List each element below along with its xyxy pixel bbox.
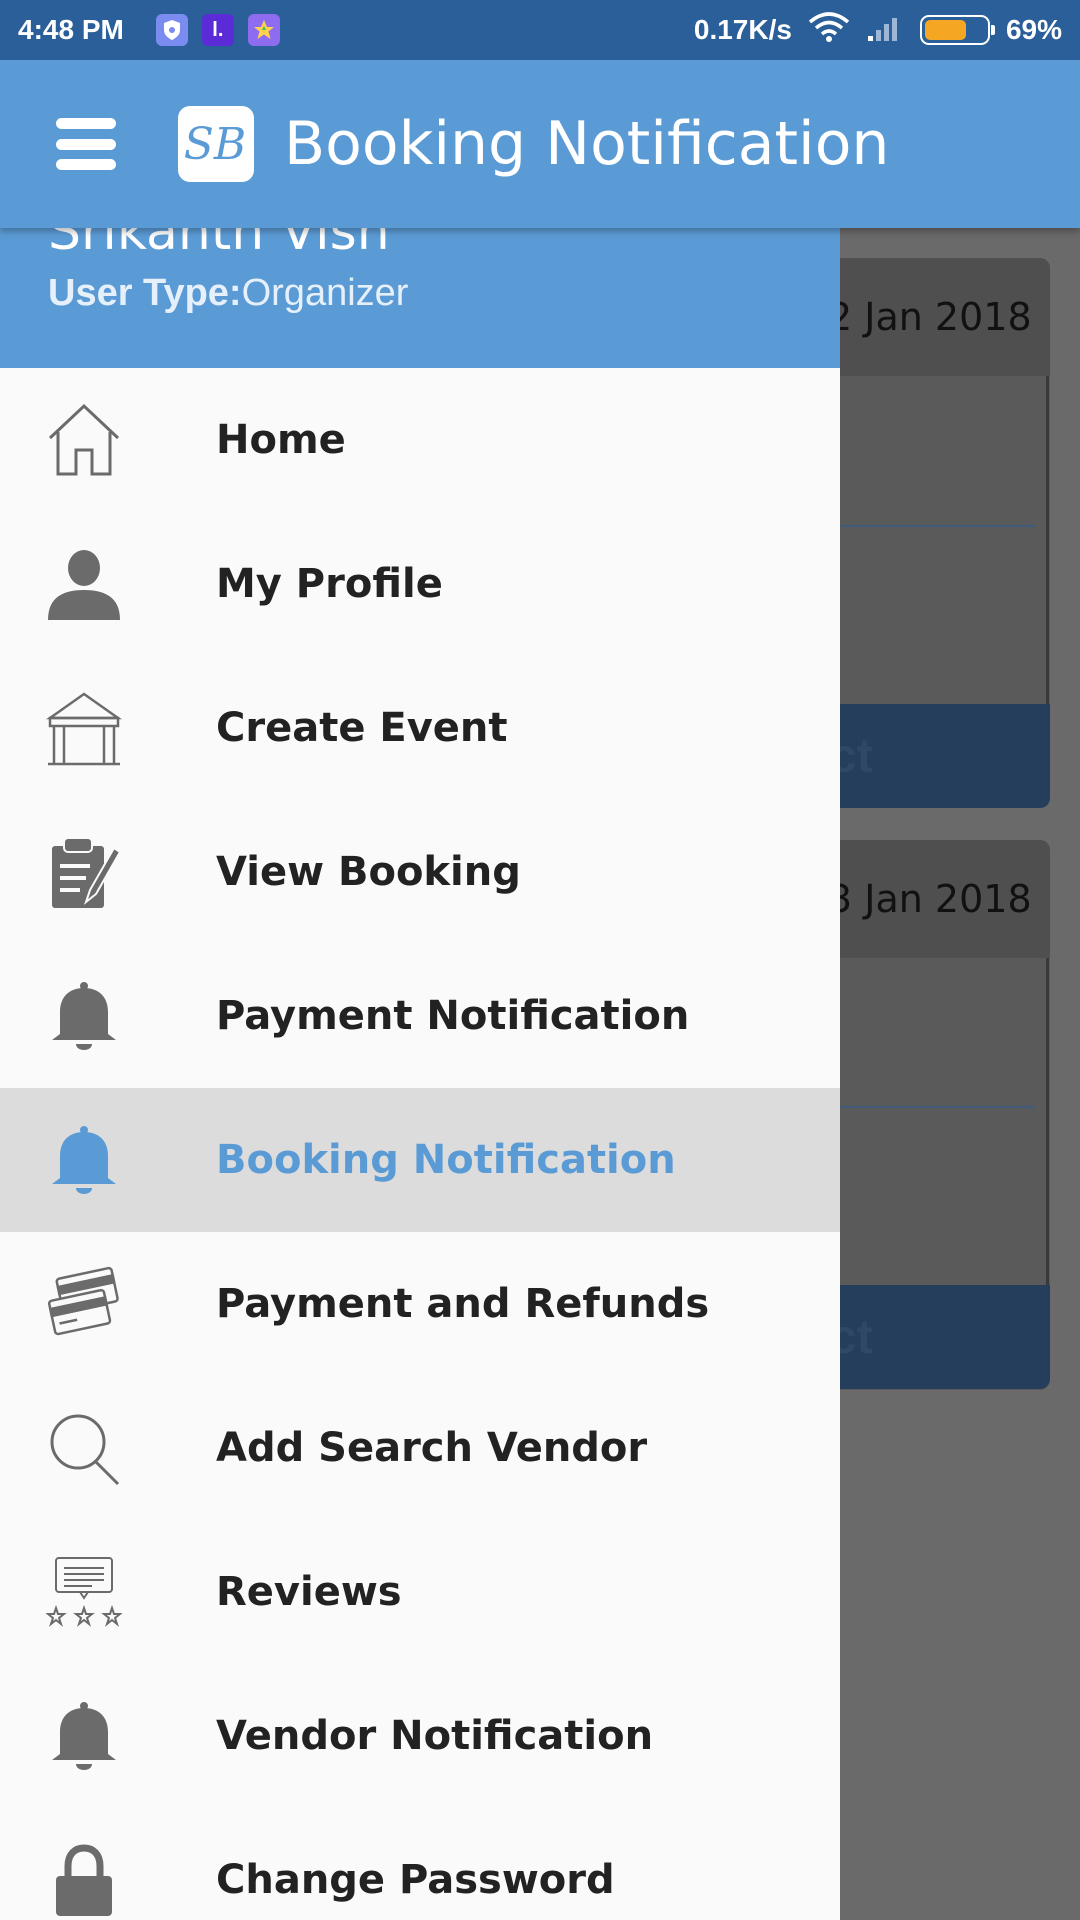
wifi-icon (808, 11, 850, 49)
bell-icon (46, 978, 122, 1054)
drawer-header: Srikanth Vish User Type:Organizer (0, 228, 840, 368)
hamburger-menu-icon[interactable] (56, 116, 116, 172)
menu-item-label: View Booking (216, 849, 521, 895)
search-icon (46, 1410, 122, 1486)
menu-item-label: Payment Notification (216, 993, 690, 1039)
menu-item-payment-notification[interactable]: Payment Notification (0, 944, 840, 1088)
background-divider (840, 1106, 1035, 1108)
menu-item-home[interactable]: Home (0, 368, 840, 512)
shield-app-icon (155, 14, 188, 46)
background-divider (840, 525, 1035, 527)
lock-icon (46, 1842, 122, 1918)
battery-percent: 69% (1005, 14, 1062, 45)
background-card-border (1046, 958, 1049, 1288)
credit-card-icon (46, 1266, 122, 1342)
battery-fill (924, 20, 967, 40)
clipboard-icon (46, 834, 122, 910)
battery-icon (919, 15, 995, 45)
menu-item-my-profile[interactable]: My Profile (0, 512, 840, 656)
star-app-icon (247, 14, 280, 46)
menu-item-label: Reviews (216, 1569, 402, 1615)
menu-item-label: Booking Notification (216, 1137, 676, 1183)
person-icon (46, 546, 122, 622)
tent-icon (46, 690, 122, 766)
status-left: 4:48 PM l. (18, 14, 280, 46)
status-right: 0.17K/s 69% (693, 11, 1062, 49)
menu-item-label: Vendor Notification (216, 1713, 654, 1759)
background-card-border (1046, 376, 1049, 706)
reviews-icon (46, 1554, 122, 1630)
svg-text:SB: SB (184, 119, 246, 170)
menu-item-payment-and-refunds[interactable]: Payment and Refunds (0, 1232, 840, 1376)
app-logo-mark: SB (184, 119, 246, 170)
menu-item-view-booking[interactable]: View Booking (0, 800, 840, 944)
user-type-value: Organizer (241, 272, 409, 314)
navigation-drawer: Srikanth Vish User Type:Organizer Home M… (0, 228, 840, 1920)
l-app-icon: l. (201, 14, 234, 46)
menu-item-add-search-vendor[interactable]: Add Search Vendor (0, 1376, 840, 1520)
app-logo: SB (178, 106, 254, 182)
menu-item-label: Create Event (216, 705, 508, 751)
menu-item-label: Home (216, 417, 346, 463)
menu-item-change-password[interactable]: Change Password (0, 1808, 840, 1920)
user-type: User Type:Organizer (48, 272, 408, 315)
menu-item-label: Add Search Vendor (216, 1425, 648, 1471)
status-time: 4:48 PM (18, 14, 124, 45)
drawer-menu: Home My Profile Create Event View Bookin… (0, 368, 840, 1920)
home-icon (46, 402, 122, 478)
menu-item-vendor-notification[interactable]: Vendor Notification (0, 1664, 840, 1808)
menu-item-booking-notification[interactable]: Booking Notification (0, 1088, 840, 1232)
net-speed: 0.17K/s (693, 14, 792, 45)
menu-item-label: Payment and Refunds (216, 1281, 710, 1327)
bell-icon (46, 1698, 122, 1774)
user-type-label: User Type: (48, 272, 242, 314)
app-bar: SB Booking Notification (0, 60, 1080, 228)
menu-item-label: Change Password (216, 1857, 615, 1903)
page-title: Booking Notification (284, 109, 890, 179)
status-bar: 4:48 PM l. 0.17K/s 69% (0, 0, 1080, 60)
menu-item-create-event[interactable]: Create Event (0, 656, 840, 800)
menu-item-reviews[interactable]: Reviews (0, 1520, 840, 1664)
menu-item-label: My Profile (216, 561, 443, 607)
user-name: Srikanth Vish (48, 228, 390, 262)
signal-icon (866, 12, 904, 49)
bell-icon (46, 1122, 122, 1198)
